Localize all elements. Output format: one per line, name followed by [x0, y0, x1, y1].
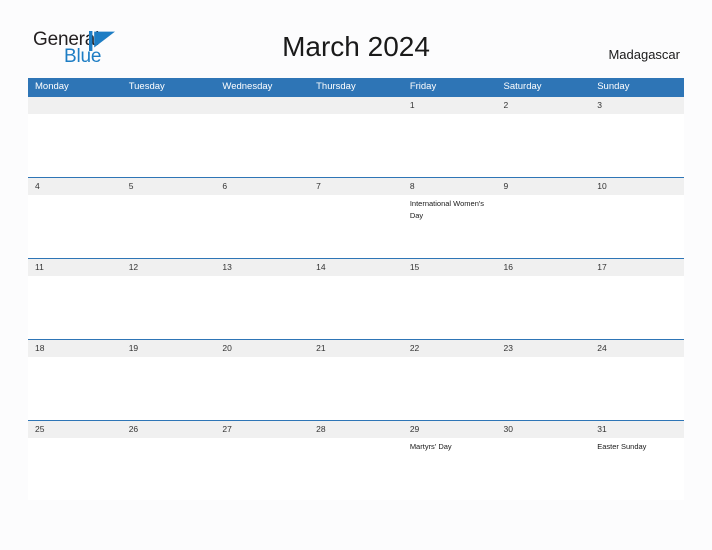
week-date-band: 4 5 6 7 8 9 10 [28, 178, 684, 195]
day-event: Martyrs' Day [409, 442, 452, 451]
day-event [309, 441, 403, 453]
calendar-week-row: 4 5 6 7 8 9 10 International Women's Day [28, 177, 684, 258]
day-number[interactable]: 5 [122, 178, 216, 195]
country-label: Madagascar [608, 47, 680, 62]
calendar-week-row: 25 26 27 28 29 30 31 Martyrs' Day Easter… [28, 420, 684, 500]
day-number[interactable] [215, 97, 309, 114]
day-number[interactable]: 29 [403, 421, 497, 438]
day-number[interactable]: 12 [122, 259, 216, 276]
weekday-header-saturday: Saturday [503, 81, 542, 92]
day-number[interactable] [28, 97, 122, 114]
weekday-header-friday: Friday [409, 81, 437, 92]
weekday-header-monday: Monday [35, 81, 69, 92]
calendar-week-row: 11 12 13 14 15 16 17 [28, 258, 684, 339]
page-header: General Blue March 2024 Madagascar [0, 0, 712, 78]
week-events-layer: Martyrs' Day Easter Sunday [28, 441, 684, 453]
calendar-week-row: 18 19 20 21 22 23 24 [28, 339, 684, 420]
day-number[interactable]: 4 [28, 178, 122, 195]
day-number[interactable]: 8 [403, 178, 497, 195]
page-title: March 2024 [282, 31, 430, 62]
day-event [309, 198, 403, 221]
day-number[interactable]: 18 [28, 340, 122, 357]
day-number[interactable]: 24 [590, 340, 684, 357]
calendar-grid: Monday Tuesday Wednesday Thursday Friday… [28, 78, 684, 500]
day-number[interactable]: 13 [215, 259, 309, 276]
day-number[interactable]: 1 [403, 97, 497, 114]
day-number[interactable]: 6 [215, 178, 309, 195]
day-number[interactable]: 15 [403, 259, 497, 276]
day-number[interactable]: 17 [590, 259, 684, 276]
week-date-band: 25 26 27 28 29 30 31 [28, 421, 684, 438]
day-number[interactable]: 11 [28, 259, 122, 276]
day-number[interactable]: 26 [122, 421, 216, 438]
day-number[interactable]: 2 [497, 97, 591, 114]
weekday-header-row: Monday Tuesday Wednesday Thursday Friday… [28, 78, 684, 96]
day-event: International Women's Day [409, 199, 485, 220]
day-event [215, 441, 309, 453]
weekday-header-wednesday: Wednesday [222, 81, 273, 92]
day-number[interactable]: 31 [590, 421, 684, 438]
day-number[interactable]: 9 [497, 178, 591, 195]
week-date-band: 1 2 3 [28, 97, 684, 114]
day-number[interactable]: 21 [309, 340, 403, 357]
day-event [28, 441, 122, 453]
weekday-header-thursday: Thursday [316, 81, 356, 92]
calendar-week-row: 1 2 3 [28, 96, 684, 177]
week-events-layer: International Women's Day [28, 198, 684, 221]
day-number[interactable]: 30 [497, 421, 591, 438]
day-number[interactable]: 20 [215, 340, 309, 357]
day-event [497, 441, 591, 453]
day-number[interactable]: 27 [215, 421, 309, 438]
weekday-header-tuesday: Tuesday [128, 81, 165, 92]
day-number[interactable] [122, 97, 216, 114]
day-number[interactable]: 23 [497, 340, 591, 357]
day-number[interactable]: 7 [309, 178, 403, 195]
day-event [497, 198, 591, 221]
day-number[interactable]: 28 [309, 421, 403, 438]
day-event [590, 198, 684, 221]
day-number[interactable]: 14 [309, 259, 403, 276]
day-number[interactable]: 19 [122, 340, 216, 357]
day-number[interactable]: 22 [403, 340, 497, 357]
day-event [122, 441, 216, 453]
day-event [28, 198, 122, 221]
day-event: Easter Sunday [597, 442, 647, 451]
day-number[interactable]: 25 [28, 421, 122, 438]
weekday-header-sunday: Sunday [597, 81, 630, 92]
day-event [215, 198, 309, 221]
day-number[interactable]: 16 [497, 259, 591, 276]
week-date-band: 11 12 13 14 15 16 17 [28, 259, 684, 276]
day-number[interactable] [309, 97, 403, 114]
day-event [122, 198, 216, 221]
day-number[interactable]: 10 [590, 178, 684, 195]
week-date-band: 18 19 20 21 22 23 24 [28, 340, 684, 357]
day-number[interactable]: 3 [590, 97, 684, 114]
